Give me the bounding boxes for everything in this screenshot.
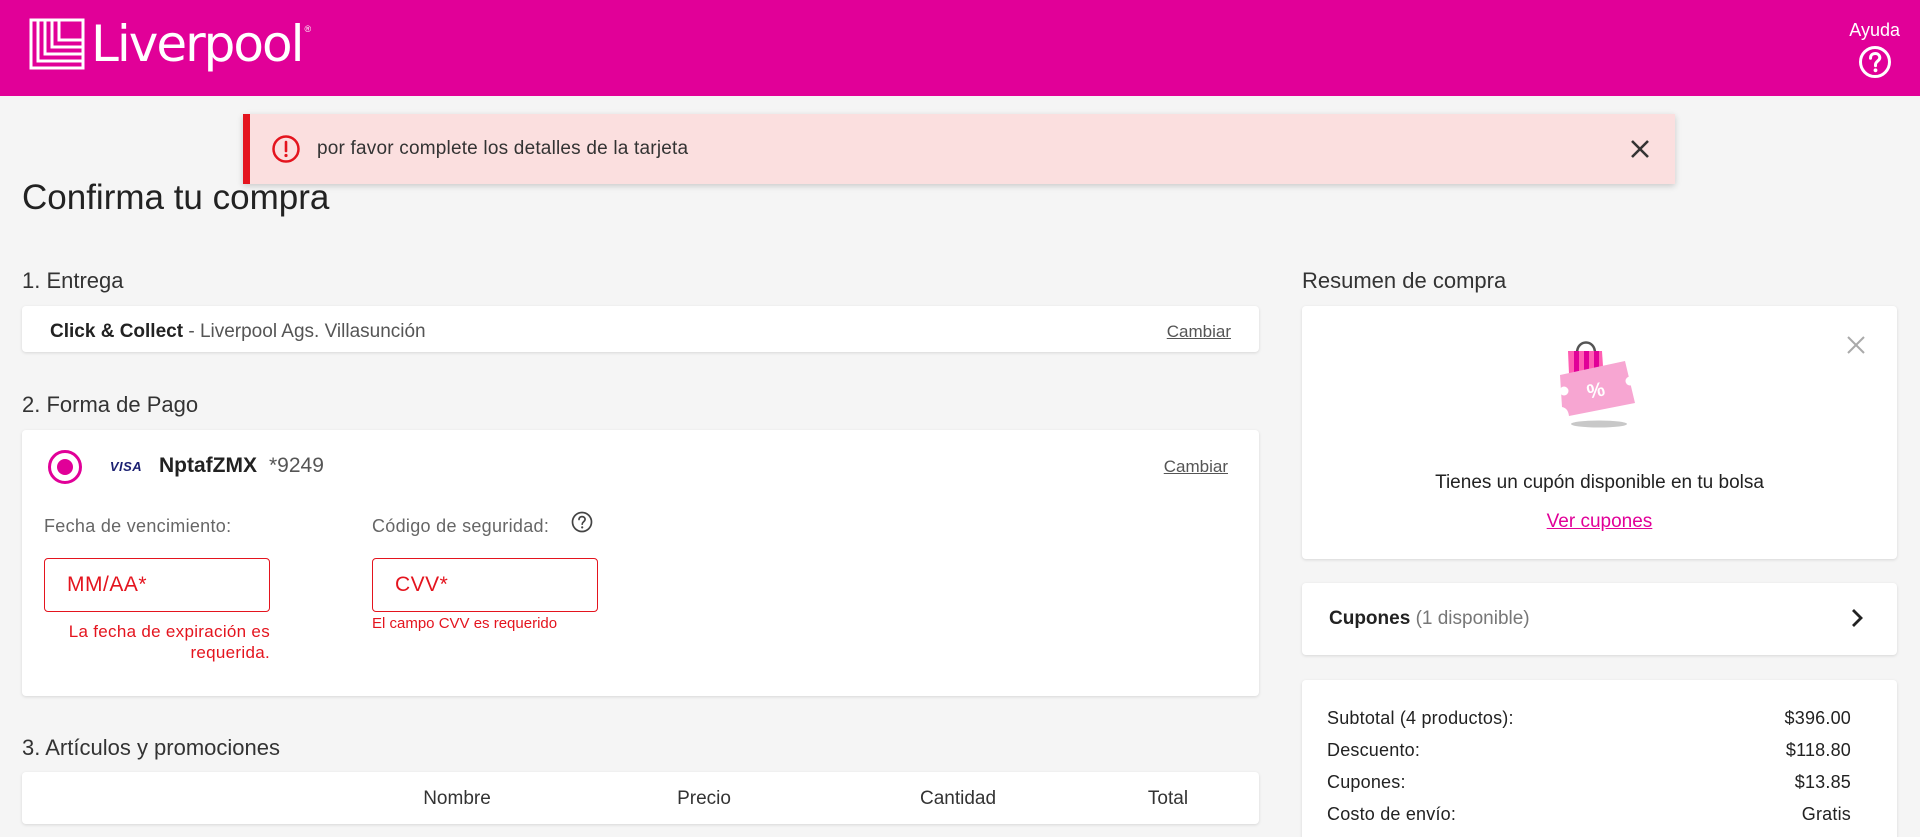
coupons-label: Cupones (1 disponible) [1329, 608, 1530, 630]
summary-row-coupons: Cupones: $13.85 [1327, 772, 1851, 793]
expiry-label: Fecha de vencimiento: [44, 516, 232, 536]
cvv-help-icon[interactable] [570, 510, 594, 534]
page-title: Confirma tu compra [22, 178, 330, 217]
items-section-title: 3. Artículos y promociones [22, 735, 281, 760]
question-circle-icon [1858, 46, 1891, 78]
top-header: Liverpool ® Ayuda [0, 0, 1920, 96]
error-alert: por favor complete los detalles de la ta… [243, 114, 1675, 184]
summary-label: Subtotal (4 productos): [1327, 708, 1514, 728]
summary-value: Gratis [1801, 804, 1851, 824]
summary-label: Costo de envío: [1327, 804, 1457, 824]
card-holder-name: NptafZMX [159, 454, 257, 477]
summary-value: $396.00 [1784, 708, 1851, 728]
visa-logo-icon: VISA [109, 459, 143, 474]
chevron-right-icon [1852, 609, 1863, 627]
alert-circle-icon [272, 135, 300, 163]
summary-row-subtotal: Subtotal (4 productos): $396.00 [1327, 708, 1851, 729]
radio-dot [57, 459, 73, 475]
expiry-error-message: La fecha de expiración es requerida. [68, 622, 270, 662]
order-summary-card: Subtotal (4 productos): $396.00 Descuent… [1302, 680, 1897, 837]
cvv-input[interactable] [372, 558, 598, 612]
summary-row-shipping: Costo de envío: Gratis [1327, 804, 1851, 825]
coupon-available-message: Tienes un cupón disponible en tu bolsa [1435, 472, 1764, 493]
delivery-info: Click & Collect - Liverpool Ags. Villasu… [50, 321, 426, 343]
cvv-error-message: El campo CVV es requerido [372, 615, 558, 632]
change-delivery-link[interactable]: Cambiar [1167, 322, 1231, 342]
payment-card: VISA NptafZMX *9249 Cambiar Fecha de ven… [22, 430, 1259, 696]
column-header-name: Nombre [423, 788, 491, 809]
logo-text: Liverpool [91, 15, 304, 73]
help-button[interactable]: Ayuda [1849, 20, 1900, 79]
change-payment-link[interactable]: Cambiar [1164, 457, 1228, 477]
coupon-promo-card: % Tienes un cupón disponible en tu bolsa… [1302, 306, 1897, 559]
delivery-separator: - [183, 321, 200, 342]
card-radio-selected[interactable] [48, 450, 82, 484]
summary-label: Descuento: [1327, 740, 1421, 760]
delivery-section-title: 1. Entrega [22, 268, 124, 293]
summary-section-title: Resumen de compra [1302, 268, 1507, 293]
delivery-method: Click & Collect [50, 321, 184, 342]
coupons-title: Cupones [1329, 608, 1411, 629]
column-header-price: Precio [677, 788, 731, 809]
card-number-masked: *9249 [269, 454, 324, 477]
summary-label: Cupones: [1327, 772, 1406, 792]
delivery-store: Liverpool Ags. Villasunción [199, 321, 426, 342]
summary-value: $13.85 [1794, 772, 1851, 792]
delivery-card: Click & Collect - Liverpool Ags. Villasu… [22, 306, 1259, 352]
liverpool-logo[interactable]: Liverpool ® [29, 18, 311, 70]
view-coupons-link[interactable]: Ver cupones [1302, 511, 1897, 533]
close-icon[interactable] [1627, 136, 1653, 162]
column-header-total: Total [1147, 788, 1189, 809]
liverpool-logo-icon [29, 18, 85, 70]
shopping-bag-coupon-icon: % [1559, 341, 1635, 428]
coupons-count: (1 disponible) [1415, 608, 1530, 629]
alert-message: por favor complete los detalles de la ta… [317, 138, 689, 159]
coupons-row[interactable]: Cupones (1 disponible) [1302, 583, 1897, 655]
help-label: Ayuda [1849, 20, 1900, 40]
summary-row-discount: Descuento: $118.80 [1327, 740, 1851, 761]
items-table-header: Nombre Precio Cantidad Total [22, 772, 1259, 824]
summary-value: $118.80 [1785, 740, 1851, 760]
cvv-label: Código de seguridad: [372, 516, 550, 536]
logo-registered-mark: ® [304, 24, 312, 34]
close-icon[interactable] [1845, 334, 1867, 356]
column-header-quantity: Cantidad [919, 788, 997, 809]
payment-section-title: 2. Forma de Pago [22, 392, 199, 417]
expiry-input[interactable] [44, 558, 270, 612]
